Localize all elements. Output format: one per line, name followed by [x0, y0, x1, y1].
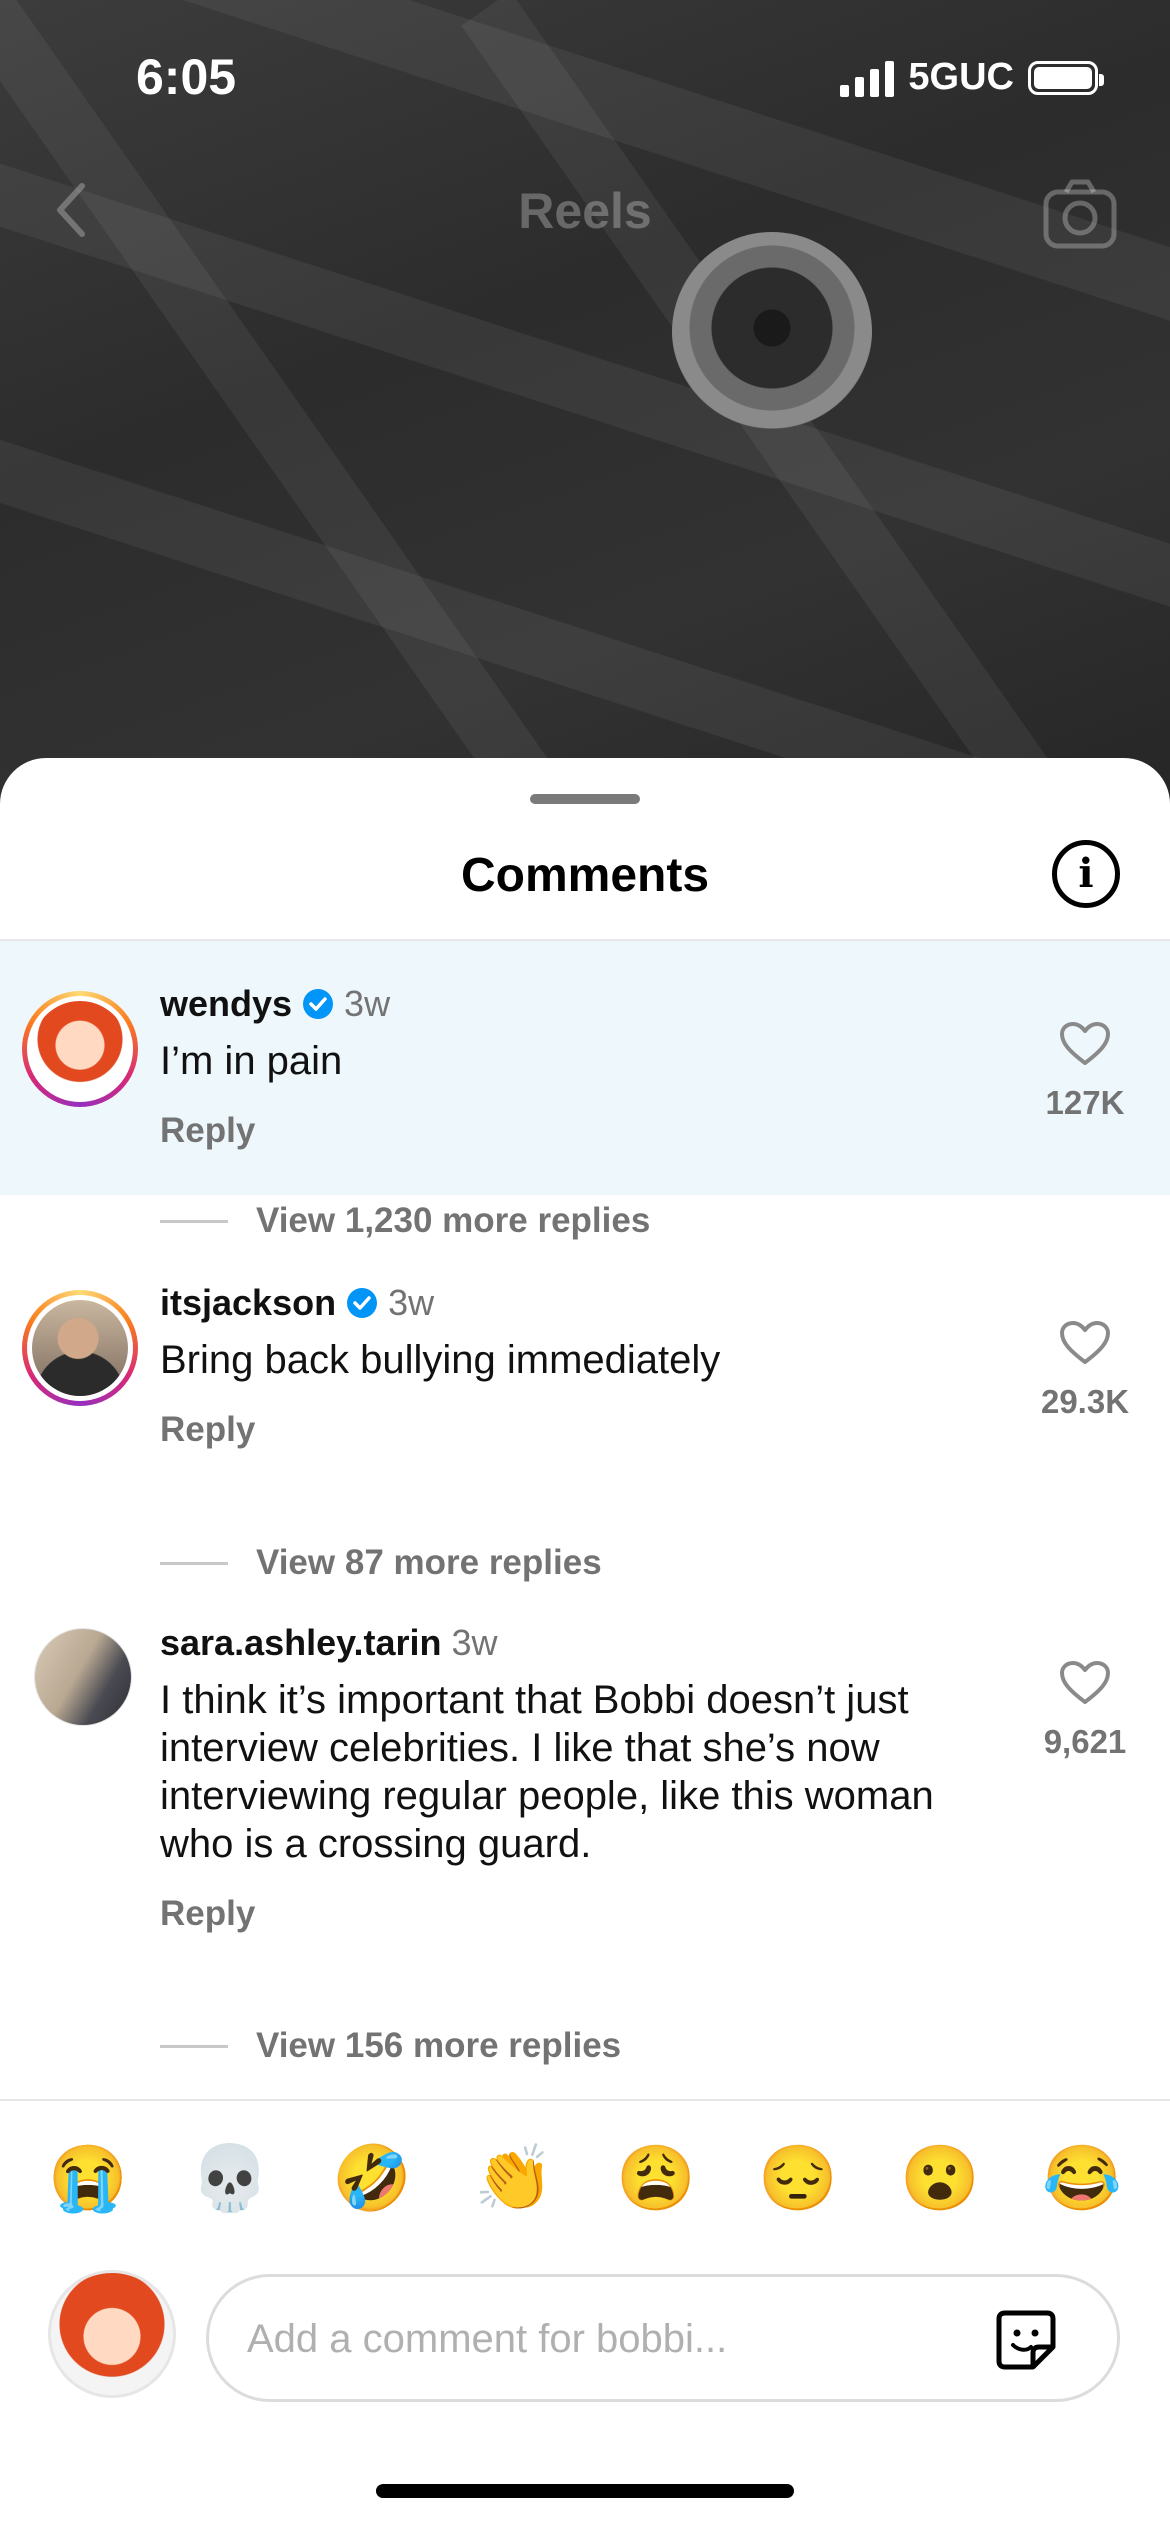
divider — [0, 2099, 1170, 2101]
comment-input-placeholder[interactable]: Add a comment for bobbi... — [247, 2317, 727, 2362]
like-count: 29.3K — [1040, 1383, 1130, 1420]
reply-button[interactable]: Reply — [160, 1111, 255, 1151]
battery-icon — [1028, 60, 1104, 95]
username-text[interactable]: itsjackson — [160, 1282, 336, 1324]
comment-username[interactable]: wendys 3w — [160, 983, 390, 1025]
emoji-pensive[interactable]: 😔 — [758, 2138, 838, 2218]
comment-input[interactable]: Add a comment for bobbi... — [206, 2274, 1120, 2402]
comments-sheet: Comments i wendys 3w I’m in pain Reply 1… — [0, 758, 1170, 2532]
drag-handle[interactable] — [530, 794, 640, 804]
avatar[interactable] — [22, 991, 138, 1107]
page-title: Reels — [518, 183, 652, 239]
reel-video-background — [0, 0, 1170, 800]
signal-icon — [840, 59, 895, 97]
heart-icon[interactable] — [1059, 1660, 1111, 1706]
avatar[interactable] — [22, 1290, 138, 1406]
camera-icon[interactable] — [1042, 176, 1118, 252]
like-control[interactable]: 29.3K — [1040, 1320, 1130, 1421]
verified-badge-icon — [303, 989, 334, 1019]
view-more-replies[interactable]: View 156 more replies — [160, 2026, 621, 2066]
replies-line — [160, 1561, 228, 1565]
emoji-surprised[interactable]: 😮 — [900, 2138, 980, 2218]
emoji-loudly-crying[interactable]: 😭 — [48, 2138, 128, 2218]
like-control[interactable]: 9,621 — [1040, 1660, 1130, 1761]
sheet-title: Comments — [460, 849, 710, 902]
username-text[interactable]: sara.ashley.tarin — [160, 1622, 442, 1664]
ceiling-light — [672, 232, 872, 432]
like-control[interactable]: 127K — [1040, 1021, 1130, 1122]
emoji-weary[interactable]: 😩 — [616, 2138, 696, 2218]
like-count: 127K — [1045, 1084, 1125, 1121]
home-indicator[interactable] — [376, 2484, 794, 2498]
current-user-avatar — [48, 2270, 176, 2398]
like-count: 9,621 — [1043, 1723, 1127, 1760]
view-more-replies[interactable]: View 1,230 more replies — [160, 1201, 650, 1241]
view-more-text[interactable]: View 156 more replies — [256, 2026, 621, 2066]
comment-item: sara.ashley.tarin 3w I think it’s import… — [0, 1618, 1170, 2018]
reply-button[interactable]: Reply — [160, 1410, 255, 1450]
reply-button[interactable]: Reply — [160, 1894, 255, 1934]
emoji-skull[interactable]: 💀 — [190, 2138, 270, 2218]
username-text[interactable]: wendys — [160, 983, 292, 1025]
emoji-rolling-laughing[interactable]: 🤣 — [332, 2138, 412, 2218]
avatar[interactable] — [34, 1628, 132, 1726]
status-time: 6:05 — [136, 49, 237, 105]
verified-badge-icon — [347, 1288, 378, 1318]
info-button[interactable]: i — [1052, 840, 1120, 908]
comment-time: 3w — [451, 1622, 498, 1663]
emoji-clapping[interactable]: 👏 — [474, 2138, 554, 2218]
view-more-text[interactable]: View 87 more replies — [256, 1543, 602, 1583]
comment-username[interactable]: itsjackson 3w — [160, 1282, 434, 1324]
replies-line — [160, 1219, 228, 1223]
comment-text: I think it’s important that Bobbi doesn’… — [160, 1678, 934, 1866]
status-icons: 5GUC — [840, 56, 1104, 99]
view-more-replies[interactable]: View 87 more replies — [160, 1543, 602, 1583]
sticker-icon[interactable] — [993, 2307, 1059, 2373]
comment-item: itsjackson 3w Bring back bullying immedi… — [0, 1278, 1170, 1538]
heart-icon[interactable] — [1059, 1320, 1111, 1366]
comment-time: 3w — [388, 1282, 435, 1323]
comment-text: I’m in pain — [160, 1039, 343, 1083]
comment-text: Bring back bullying immediately — [160, 1338, 721, 1382]
comment-username[interactable]: sara.ashley.tarin 3w — [160, 1622, 498, 1664]
network-type: 5GUC — [908, 56, 1014, 98]
view-more-text[interactable]: View 1,230 more replies — [256, 1201, 650, 1241]
emoji-tears-of-joy[interactable]: 😂 — [1042, 2138, 1122, 2218]
comment-item: wendys 3w I’m in pain Reply 127K — [0, 941, 1170, 1195]
heart-icon[interactable] — [1059, 1021, 1111, 1067]
quick-emoji-bar: 😭 💀 🤣 👏 😩 😔 😮 😂 — [0, 2138, 1170, 2218]
replies-line — [160, 2044, 228, 2048]
comment-time: 3w — [344, 983, 391, 1024]
